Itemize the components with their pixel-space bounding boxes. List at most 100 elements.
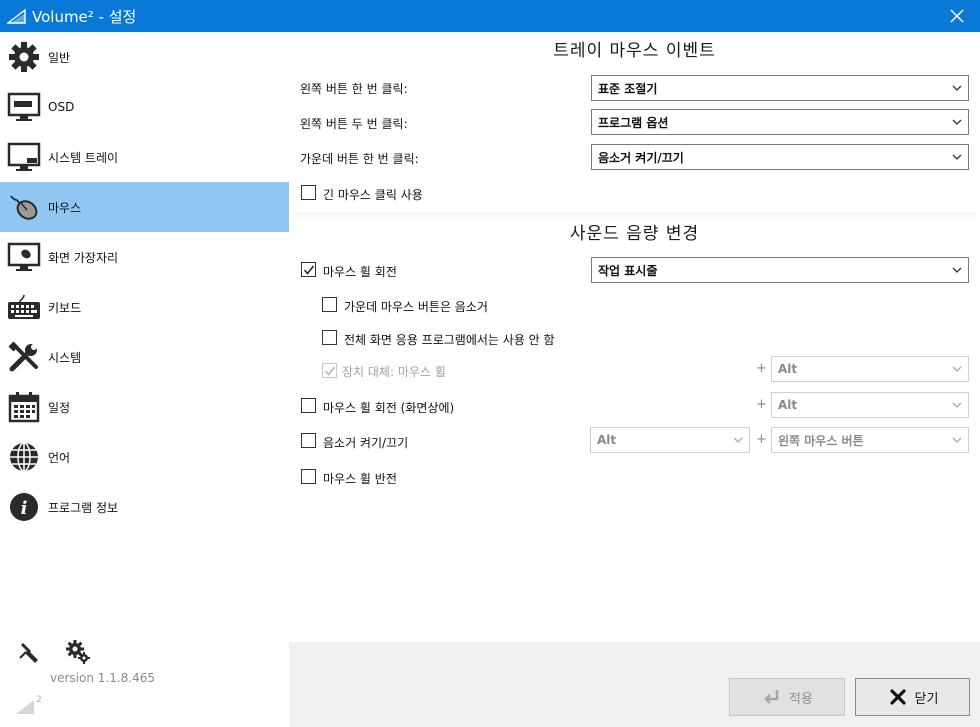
wheel-rotation-value: 작업 표시줄 [598,263,658,278]
sidebar-item-screen-edge[interactable]: 화면 가장자리 [0,232,289,282]
middle-click-value: 음소거 켜기/끄기 [598,150,684,165]
middle-click-label: 가운데 버튼 한 번 클릭: [300,152,419,166]
fullscreen-disable-checkbox[interactable] [322,330,337,345]
plus-sign: + [756,397,767,412]
chevron-down-icon [733,437,743,443]
app-logo-icon [4,0,30,32]
chevron-down-icon [952,85,962,91]
calendar-icon [0,382,48,432]
advanced-settings-button[interactable] [64,638,92,666]
svg-text:i: i [21,498,28,519]
sidebar-item-label: 시스템 [48,350,82,365]
wheel-rotation-dropdown[interactable]: 작업 표시줄 [591,257,969,283]
mute-toggle-button-value: 왼쪽 마우스 버튼 [778,433,864,448]
sidebar-item-general[interactable]: 일반 [0,32,289,82]
mute-toggle-modifier-dropdown[interactable]: Alt [590,427,750,453]
sidebar-item-label: 키보드 [48,300,82,315]
sidebar-item-mouse[interactable]: 마우스 [0,182,289,232]
plus-sign: + [756,432,767,447]
mouse-icon [0,182,48,232]
sidebar-item-schedule[interactable]: 일정 [0,382,289,432]
main-panel: 트레이 마우스 이벤트 왼쪽 버튼 한 번 클릭: 표준 조절기 왼쪽 버튼 두… [289,32,980,642]
double-click-value: 프로그램 옵션 [598,115,669,130]
wheel-on-screen-modifier-value: Alt [778,398,798,412]
left-click-value: 표준 조절기 [598,81,658,96]
double-click-label: 왼쪽 버튼 두 번 클릭: [300,117,408,131]
sidebar-item-about[interactable]: i 프로그램 정보 [0,482,289,532]
wheel-rotation-label: 마우스 휠 회전 [323,265,397,279]
window-title: Volume² - 설정 [32,7,137,26]
long-click-label: 긴 마우스 클릭 사용 [323,188,423,202]
monitor-icon [0,82,48,132]
sidebar-item-label: 일정 [48,400,71,415]
chevron-down-icon [952,154,962,160]
sidebar-item-osd[interactable]: OSD [0,82,289,132]
brush-icon [19,642,38,663]
close-label: 닫기 [914,691,939,707]
middle-mute-checkbox[interactable] [322,297,337,312]
long-click-checkbox[interactable] [301,185,316,200]
version-label: version 1.1.8.465 [50,671,156,685]
close-icon [950,9,964,23]
checkmark-icon [303,265,315,275]
sidebar-item-label: OSD [48,100,75,114]
mute-toggle-label: 음소거 켜기/끄기 [323,436,409,450]
info-icon: i [0,482,48,532]
device-replace-modifier-value: Alt [778,362,798,376]
wheel-invert-checkbox[interactable] [301,469,316,484]
mute-toggle-modifier-value: Alt [597,433,617,447]
chevron-down-icon [952,402,962,408]
wheel-on-screen-checkbox[interactable] [301,398,316,413]
close-icon [887,686,909,708]
brush-tool-button[interactable] [16,638,44,666]
sidebar-item-label: 화면 가장자리 [48,250,119,265]
sidebar-item-label: 시스템 트레이 [48,150,119,165]
apply-icon [761,686,783,708]
tools-icon [0,332,48,382]
plus-sign: + [756,361,767,376]
wheel-on-screen-label: 마우스 휠 회전 (화면상에) [323,401,455,415]
wheel-rotation-checkbox[interactable] [301,262,316,277]
section-title-volume-change: 사운드 음량 변경 [569,224,700,244]
fullscreen-disable-label: 전체 화면 응용 프로그램에서는 사용 안 함 [344,333,555,347]
chevron-down-icon [952,267,962,273]
section-title-tray-events: 트레이 마우스 이벤트 [553,41,716,61]
mute-toggle-button-dropdown[interactable]: 왼쪽 마우스 버튼 [771,427,969,453]
tray-monitor-icon [0,132,48,182]
chevron-down-icon [952,437,962,443]
wheel-invert-label: 마우스 휠 반전 [323,472,397,486]
sidebar-item-system-tray[interactable]: 시스템 트레이 [0,132,289,182]
sidebar-item-system[interactable]: 시스템 [0,332,289,382]
title-bar: Volume² - 설정 [0,0,980,32]
apply-button[interactable]: 적용 [729,678,845,716]
close-window-button[interactable] [934,0,980,32]
device-replace-modifier-dropdown[interactable]: Alt [771,356,969,382]
close-button[interactable]: 닫기 [855,678,970,716]
sidebar-item-label: 언어 [48,450,71,465]
chevron-down-icon [952,119,962,125]
middle-mute-label: 가운데 마우스 버튼은 음소거 [344,300,488,314]
gear-icon [0,32,48,82]
double-click-dropdown[interactable]: 프로그램 옵션 [591,109,969,135]
sidebar-item-label: 마우스 [48,200,82,215]
keyboard-icon [0,282,48,332]
sidebar-item-label: 프로그램 정보 [48,500,119,515]
svg-text:2: 2 [36,695,42,705]
sidebar-item-keyboard[interactable]: 키보드 [0,282,289,332]
sidebar-item-language[interactable]: 언어 [0,432,289,482]
screen-edge-icon [0,232,48,282]
device-replace-checkbox[interactable] [322,363,337,378]
globe-icon [0,432,48,482]
sidebar-item-label: 일반 [48,50,71,65]
mute-toggle-checkbox[interactable] [301,433,316,448]
version-logo: 2 [14,692,44,716]
device-replace-label: 장치 대체: 마우스 휠 [342,365,446,379]
checkmark-icon [324,366,336,376]
left-click-dropdown[interactable]: 표준 조절기 [591,75,969,101]
middle-click-dropdown[interactable]: 음소거 켜기/끄기 [591,144,969,170]
chevron-down-icon [952,366,962,372]
sidebar: 일반 OSD 시스템 트레이 마우스 화면 가장자리 키보드 시스템 일정 언어… [0,32,289,727]
sidebar-tools [16,638,92,666]
apply-label: 적용 [789,691,813,707]
wheel-on-screen-modifier-dropdown[interactable]: Alt [771,392,969,418]
